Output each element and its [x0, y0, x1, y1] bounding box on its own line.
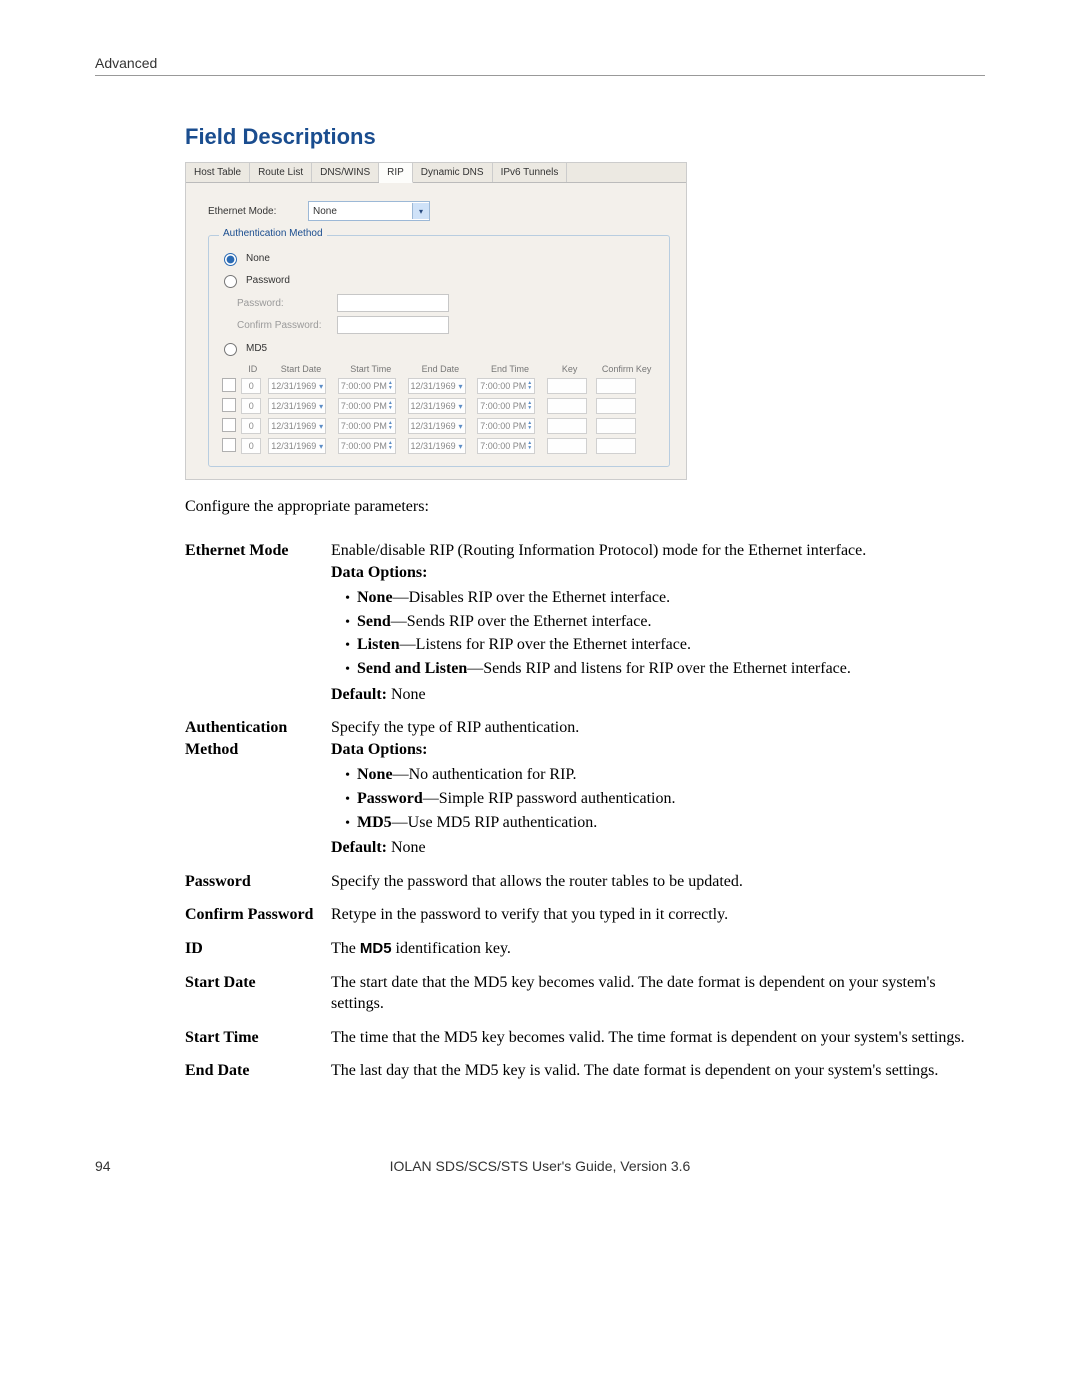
footer-text: IOLAN SDS/SCS/STS User's Guide, Version …	[95, 1158, 985, 1174]
id-cell[interactable]: 0	[241, 398, 261, 414]
ethernet-mode-label: Ethernet Mode:	[208, 206, 308, 217]
radio-md5-label: MD5	[246, 343, 267, 354]
desc-auth-method: Specify the type of RIP authentication. …	[331, 711, 985, 865]
page-footer: 94 IOLAN SDS/SCS/STS User's Guide, Versi…	[95, 1158, 985, 1174]
id-cell[interactable]: 0	[241, 438, 261, 454]
start-time-cell[interactable]: 7:00:00 PM▲▼	[338, 398, 396, 414]
confirm-key-cell[interactable]	[596, 418, 636, 434]
end-date-cell[interactable]: 12/31/1969▾	[408, 398, 466, 414]
tab-dynamic-dns[interactable]: Dynamic DNS	[413, 163, 493, 182]
field-descriptions: Ethernet Mode Enable/disable RIP (Routin…	[185, 534, 985, 1088]
desc-password: Specify the password that allows the rou…	[331, 865, 985, 899]
radio-md5-input[interactable]	[224, 343, 237, 356]
auth-method-group: Authentication Method None Password Pass…	[208, 235, 670, 467]
start-date-cell[interactable]: 12/31/1969▾	[268, 418, 326, 434]
table-row: 0 12/31/1969▾ 7:00:00 PM▲▼ 12/31/1969▾ 7:00:…	[219, 376, 659, 396]
start-date-cell[interactable]: 12/31/1969▾	[268, 438, 326, 454]
ethernet-mode-value: None	[309, 206, 412, 217]
radio-password[interactable]: Password	[219, 272, 659, 288]
id-cell[interactable]: 0	[241, 418, 261, 434]
confirm-password-input[interactable]	[337, 316, 449, 334]
desc-start-date: The start date that the MD5 key becomes …	[331, 966, 985, 1021]
key-cell[interactable]	[547, 398, 587, 414]
tab-ipv6-tunnels[interactable]: IPv6 Tunnels	[493, 163, 568, 182]
end-time-cell[interactable]: 7:00:00 PM▲▼	[477, 378, 535, 394]
term-end-date: End Date	[185, 1054, 331, 1088]
confirm-key-cell[interactable]	[596, 398, 636, 414]
page-number: 94	[95, 1158, 111, 1174]
end-date-cell[interactable]: 12/31/1969▾	[408, 438, 466, 454]
tab-strip: Host Table Route List DNS/WINS RIP Dynam…	[186, 163, 686, 183]
intro-text: Configure the appropriate parameters:	[185, 498, 985, 516]
confirm-key-cell[interactable]	[596, 438, 636, 454]
header-rule	[95, 75, 985, 76]
start-time-cell[interactable]: 7:00:00 PM▲▼	[338, 438, 396, 454]
key-cell[interactable]	[547, 438, 587, 454]
md5-table: ID Start Date Start Time End Date End Ti…	[219, 362, 659, 456]
radio-md5[interactable]: MD5	[219, 340, 659, 356]
radio-password-input[interactable]	[224, 275, 237, 288]
end-time-cell[interactable]: 7:00:00 PM▲▼	[477, 398, 535, 414]
end-date-cell[interactable]: 12/31/1969▾	[408, 378, 466, 394]
tab-host-table[interactable]: Host Table	[186, 163, 250, 182]
term-ethernet-mode: Ethernet Mode	[185, 534, 331, 711]
col-start-time: Start Time	[336, 362, 406, 376]
end-date-cell[interactable]: 12/31/1969▾	[408, 418, 466, 434]
col-end-date: End Date	[406, 362, 476, 376]
radio-none-label: None	[246, 253, 270, 264]
col-end-time: End Time	[475, 362, 545, 376]
col-confirm-key: Confirm Key	[594, 362, 659, 376]
col-start-date: Start Date	[266, 362, 336, 376]
col-id: ID	[239, 362, 266, 376]
header-section: Advanced	[95, 55, 985, 71]
start-time-cell[interactable]: 7:00:00 PM▲▼	[338, 378, 396, 394]
desc-ethernet-mode: Enable/disable RIP (Routing Information …	[331, 534, 985, 711]
col-key: Key	[545, 362, 594, 376]
table-row: 0 12/31/1969▾ 7:00:00 PM▲▼ 12/31/1969▾ 7:00:…	[219, 416, 659, 436]
ethernet-mode-select[interactable]: None ▾	[308, 201, 430, 221]
term-start-date: Start Date	[185, 966, 331, 1021]
row-checkbox[interactable]	[222, 378, 236, 392]
tab-route-list[interactable]: Route List	[250, 163, 312, 182]
chevron-down-icon: ▾	[412, 203, 429, 219]
confirm-password-label: Confirm Password:	[237, 320, 337, 331]
row-checkbox[interactable]	[222, 398, 236, 412]
term-password: Password	[185, 865, 331, 899]
table-row: 0 12/31/1969▾ 7:00:00 PM▲▼ 12/31/1969▾ 7:00:…	[219, 396, 659, 416]
page-title: Field Descriptions	[185, 124, 985, 150]
term-confirm-password: Confirm Password	[185, 898, 331, 932]
desc-id: The MD5 identification key.	[331, 932, 985, 966]
key-cell[interactable]	[547, 418, 587, 434]
term-id: ID	[185, 932, 331, 966]
radio-none[interactable]: None	[219, 250, 659, 266]
end-time-cell[interactable]: 7:00:00 PM▲▼	[477, 438, 535, 454]
tab-rip[interactable]: RIP	[379, 163, 413, 183]
radio-password-label: Password	[246, 275, 290, 286]
start-date-cell[interactable]: 12/31/1969▾	[268, 398, 326, 414]
radio-none-input[interactable]	[224, 253, 237, 266]
row-checkbox[interactable]	[222, 438, 236, 452]
desc-start-time: The time that the MD5 key becomes valid.…	[331, 1021, 985, 1055]
rip-dialog: Host Table Route List DNS/WINS RIP Dynam…	[185, 162, 687, 480]
term-start-time: Start Time	[185, 1021, 331, 1055]
start-time-cell[interactable]: 7:00:00 PM▲▼	[338, 418, 396, 434]
start-date-cell[interactable]: 12/31/1969▾	[268, 378, 326, 394]
key-cell[interactable]	[547, 378, 587, 394]
term-auth-method: AuthenticationMethod	[185, 711, 331, 865]
password-input[interactable]	[337, 294, 449, 312]
password-label: Password:	[237, 298, 337, 309]
desc-confirm-password: Retype in the password to verify that yo…	[331, 898, 985, 932]
id-cell[interactable]: 0	[241, 378, 261, 394]
row-checkbox[interactable]	[222, 418, 236, 432]
table-row: 0 12/31/1969▾ 7:00:00 PM▲▼ 12/31/1969▾ 7:00:…	[219, 436, 659, 456]
end-time-cell[interactable]: 7:00:00 PM▲▼	[477, 418, 535, 434]
desc-end-date: The last day that the MD5 key is valid. …	[331, 1054, 985, 1088]
auth-method-legend: Authentication Method	[219, 228, 327, 239]
tab-dns-wins[interactable]: DNS/WINS	[312, 163, 379, 182]
confirm-key-cell[interactable]	[596, 378, 636, 394]
